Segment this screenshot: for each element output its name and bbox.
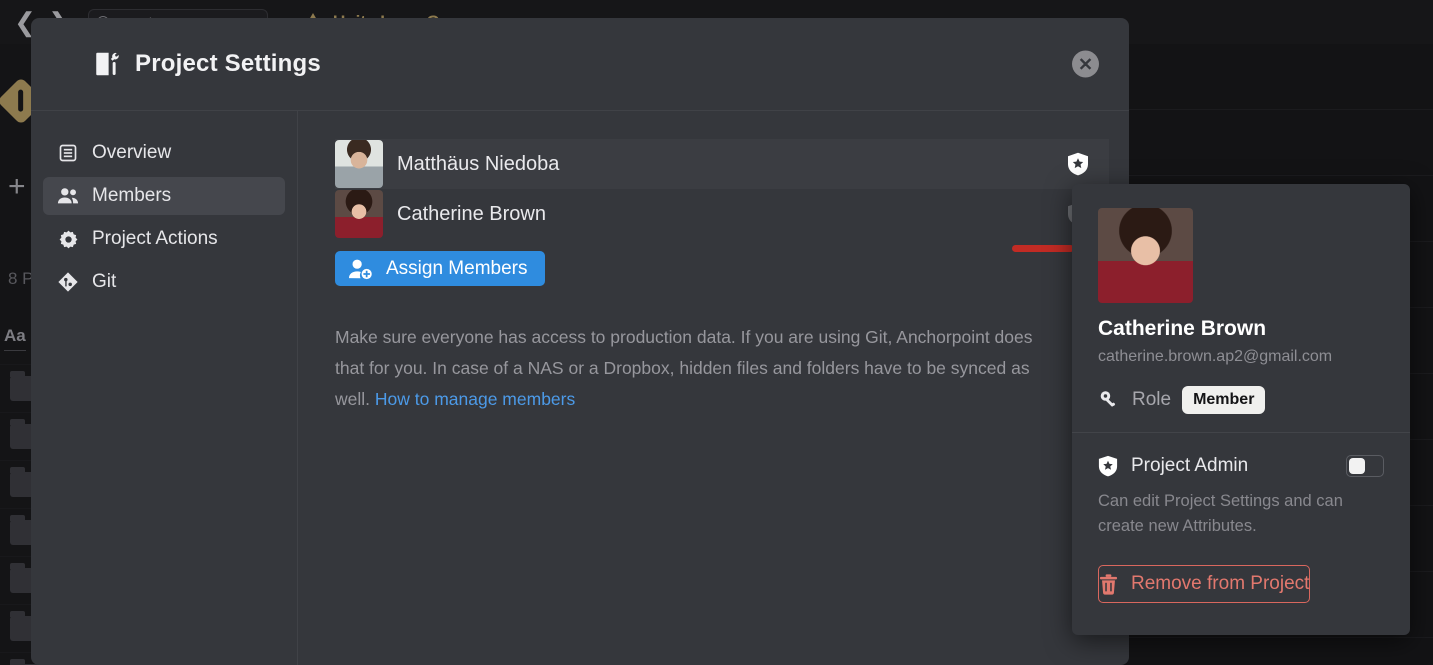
- sidebar-item-label: Members: [92, 185, 172, 206]
- shield-star-icon: [1098, 455, 1118, 477]
- member-name: Matthäus Niedoba: [397, 152, 560, 175]
- sidebar-item-label: Git: [92, 271, 117, 292]
- assign-members-button[interactable]: Assign Members: [335, 251, 545, 286]
- remove-from-project-button[interactable]: Remove from Project: [1098, 565, 1311, 603]
- project-admin-label: Project Admin: [1131, 455, 1249, 476]
- key-icon: [1098, 389, 1121, 411]
- members-description: Make sure everyone has access to product…: [335, 322, 1065, 415]
- dialog-header: Project Settings ✕: [31, 18, 1129, 111]
- dialog-body: Overview Members Project Actions Git Mat…: [31, 111, 1129, 665]
- list-item[interactable]: [1123, 44, 1433, 110]
- project-settings-icon: [94, 50, 121, 78]
- settings-sidebar: Overview Members Project Actions Git: [31, 111, 298, 665]
- member-detail-popup: Catherine Brown catherine.brown.ap2@gmai…: [1072, 184, 1410, 635]
- project-admin-toggle[interactable]: [1346, 455, 1384, 477]
- assign-members-label: Assign Members: [386, 257, 528, 279]
- gear-icon: [57, 229, 79, 250]
- close-button[interactable]: ✕: [1072, 50, 1099, 78]
- person-add-icon: [348, 258, 373, 280]
- list-document-icon: [57, 143, 79, 163]
- add-button[interactable]: +: [8, 172, 26, 202]
- project-settings-dialog: Project Settings ✕ Overview Members Proj…: [31, 18, 1129, 665]
- people-icon: [57, 186, 79, 206]
- remove-from-project-label: Remove from Project: [1131, 573, 1310, 594]
- background-count-label: 8 P: [8, 269, 34, 288]
- trash-icon: [1099, 573, 1118, 595]
- role-label: Role: [1132, 389, 1172, 410]
- sidebar-item-git[interactable]: Git: [43, 263, 285, 301]
- popup-header: Catherine Brown catherine.brown.ap2@gmai…: [1072, 184, 1410, 432]
- members-panel: Matthäus Niedoba Catherine Brown Assign …: [298, 111, 1129, 665]
- table-row[interactable]: Catherine Brown: [335, 189, 1109, 239]
- popup-member-name: Catherine Brown: [1098, 317, 1267, 340]
- close-icon: ✕: [1077, 54, 1094, 74]
- sidebar-item-overview[interactable]: Overview: [43, 134, 285, 172]
- list-item[interactable]: [1123, 110, 1433, 176]
- git-icon: [57, 271, 79, 293]
- role-value-badge[interactable]: Member: [1182, 386, 1266, 414]
- project-admin-description: Can edit Project Settings and can create…: [1098, 492, 1343, 535]
- sidebar-item-label: Overview: [92, 142, 172, 163]
- toggle-knob: [1349, 458, 1365, 474]
- text-tool-label[interactable]: Aa: [4, 326, 26, 351]
- sidebar-item-project-actions[interactable]: Project Actions: [43, 220, 285, 258]
- screen: ❮ ❯ Search Unity LargeGam + 8 P Aa: [0, 0, 1433, 665]
- member-name: Catherine Brown: [397, 202, 546, 225]
- page-title: Project Settings: [135, 50, 321, 77]
- avatar: [1098, 208, 1193, 303]
- avatar: [335, 190, 383, 238]
- dialog-title-group: Project Settings: [94, 50, 321, 78]
- project-admin-row: Project Admin: [1098, 455, 1384, 477]
- how-to-manage-members-link[interactable]: How to manage members: [375, 389, 575, 409]
- sidebar-item-members[interactable]: Members: [43, 177, 285, 215]
- project-admin-section: Project Admin Can edit Project Settings …: [1072, 433, 1410, 539]
- role-row: Role Member: [1098, 386, 1384, 414]
- shield-star-icon[interactable]: [1061, 152, 1095, 176]
- popup-member-email: catherine.brown.ap2@gmail.com: [1098, 348, 1333, 365]
- avatar: [335, 140, 383, 188]
- table-row[interactable]: Matthäus Niedoba: [335, 139, 1109, 189]
- annotation-marker: [1012, 245, 1074, 252]
- sidebar-item-label: Project Actions: [92, 228, 218, 249]
